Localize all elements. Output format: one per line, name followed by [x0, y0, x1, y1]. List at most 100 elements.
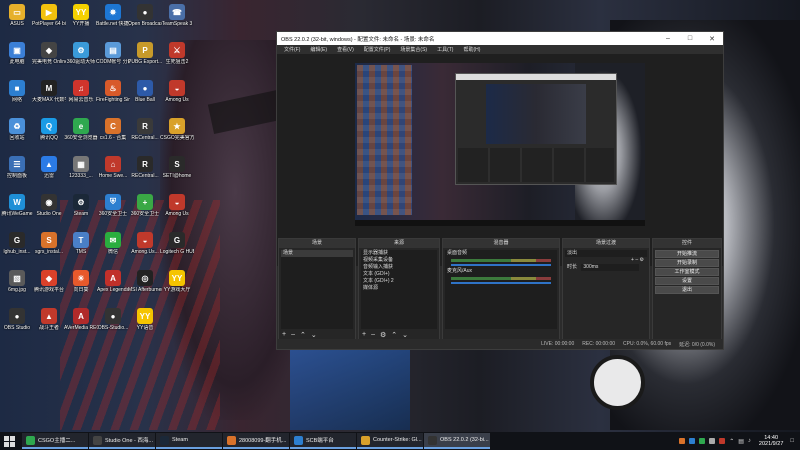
start-button[interactable]	[0, 432, 18, 450]
desktop-icon[interactable]: ⚙ 360驱动大师	[64, 40, 98, 78]
desktop-icon[interactable]: Glghub_inst...	[0, 230, 34, 268]
desktop-icon[interactable]: ◎ MSI Afterburner	[128, 268, 162, 306]
desktop-icon[interactable]: YY YY游戏大厅	[160, 268, 194, 306]
desktop-icon[interactable]: Ssgrs_instal...	[32, 230, 66, 268]
taskbar-task[interactable]: 28008099-翻手机...	[223, 433, 289, 449]
settings-button[interactable]: 设置	[655, 277, 719, 285]
chevron-up-icon[interactable]: ⌃	[729, 438, 734, 445]
desktop-icon[interactable]: YY YY开播	[64, 2, 98, 40]
exit-button[interactable]: 退出	[655, 286, 719, 294]
desktop-icon[interactable]: ★CSGO完美官方客户端	[160, 116, 194, 154]
studio-mode-button[interactable]: 工作室模式	[655, 268, 719, 276]
desktop-icon[interactable]: Q 腾讯QQ	[32, 116, 66, 154]
menu-item[interactable]: 编辑(E)	[305, 46, 332, 53]
desktop-icon[interactable]: ☎ TeamSpeak 3	[160, 2, 194, 40]
desktop-icon[interactable]: ● OBS Studio	[0, 306, 34, 344]
taskbar-task[interactable]: OBS 22.0.2 (32-bi...	[424, 433, 490, 449]
add-transition-icon[interactable]: +	[631, 257, 634, 263]
sources-list[interactable]: 显示器捕获 视频采集设备 音频输入捕获 文本 (GDI+) 文本 (GDI+) …	[361, 250, 437, 329]
start-recording-button[interactable]: 开始录制	[655, 259, 719, 267]
maximize-icon[interactable]: □	[679, 32, 701, 45]
desktop-icon[interactable]: ▶ PotPlayer 64 bit	[32, 2, 66, 40]
taskbar-task[interactable]: Counter-Strike: Gl...	[357, 433, 423, 449]
remove-source-icon[interactable]: –	[371, 331, 375, 338]
desktop-icon[interactable]: ▧ 6mg.jpg	[0, 268, 34, 306]
desktop-icon[interactable]: ▲ 迅雷	[32, 154, 66, 192]
desktop-icon[interactable]: ▦ 123333_...	[64, 154, 98, 192]
source-item[interactable]: 显示器捕获	[361, 250, 437, 257]
tray-app-icon[interactable]	[689, 438, 696, 444]
menu-item[interactable]: 文件(F)	[279, 46, 305, 53]
desktop-icon[interactable]: ◒ Among.Us...	[128, 230, 162, 268]
minimize-icon[interactable]: –	[657, 32, 679, 45]
desktop-icon[interactable]: ✵Battle.net 快捷方式	[96, 2, 130, 40]
close-icon[interactable]: ✕	[701, 32, 723, 45]
desktop-icon[interactable]: Ccs1.6 - 合集	[96, 116, 130, 154]
desktop-icon[interactable]: AAVerMedia RECentral 4	[64, 306, 98, 344]
desktop-icon[interactable]: ● OBS-Studio...	[96, 306, 130, 344]
clock[interactable]: 14:40 2021/9/27	[759, 435, 783, 447]
move-down-icon[interactable]: ⌄	[402, 331, 408, 339]
desktop-icon[interactable]: ⚙ Steam	[64, 192, 98, 230]
desktop-icon[interactable]: ● Blue Ball	[128, 78, 162, 116]
gear-icon[interactable]: ⚙	[380, 331, 386, 339]
tray-app-icon[interactable]	[709, 438, 716, 444]
obs-window[interactable]: OBS 22.0.2 (32-bit, windows) - 配置文件: 未命名…	[276, 31, 724, 350]
add-scene-icon[interactable]: +	[282, 331, 286, 338]
desktop-icon[interactable]: ◉ Studio One	[32, 192, 66, 230]
desktop-icon[interactable]: ▲ 战斗王者	[32, 306, 66, 344]
desktop-icon[interactable]: ♨FireFighting Simulator...	[96, 78, 130, 116]
desktop-icon[interactable]: ▤CODM帐号 分配alse	[96, 40, 130, 78]
source-item[interactable]: 文本 (GDI+) 2	[361, 278, 437, 285]
notification-icon[interactable]: □	[790, 438, 794, 444]
source-item[interactable]: 视频采集设备	[361, 257, 437, 264]
duration-field[interactable]: 300ms	[581, 264, 640, 271]
taskbar-task[interactable]: Steam	[156, 433, 222, 449]
desktop-icon[interactable]: A Apex Legends	[96, 268, 130, 306]
desktop-icon[interactable]: ●Open Broadcast...	[128, 2, 162, 40]
desktop-icon[interactable]: ⛨ 360安全卫士	[96, 192, 130, 230]
menu-item[interactable]: 工具(T)	[432, 46, 458, 53]
network-icon[interactable]: ▤	[738, 438, 744, 445]
volume-icon[interactable]: ♪	[748, 438, 751, 444]
move-down-icon[interactable]: ⌄	[311, 331, 317, 339]
menu-item[interactable]: 配置文件(P)	[359, 46, 396, 53]
desktop-icon[interactable]: ▣ 此电脑	[0, 40, 34, 78]
source-item[interactable]: 音频输入捕获	[361, 264, 437, 271]
source-item[interactable]: 文本 (GDI+)	[361, 271, 437, 278]
desktop-icon[interactable]: ◆ 完美电竞 Online	[32, 40, 66, 78]
desktop-icon[interactable]: ☰ 控制面板	[0, 154, 34, 192]
volume-slider[interactable]	[451, 264, 551, 266]
desktop-icon[interactable]: G Logitech G HUB	[160, 230, 194, 268]
menu-item[interactable]: 帮助(H)	[458, 46, 485, 53]
remove-transition-icon[interactable]: –	[635, 257, 638, 263]
desktop-icon[interactable]: P PUBG Export...	[128, 40, 162, 78]
desktop-icon[interactable]: W 腾讯WeGame	[0, 192, 34, 230]
volume-slider[interactable]	[451, 282, 551, 284]
scenes-list[interactable]: 场景	[281, 250, 353, 329]
desktop-icon[interactable]: e 360安全浏览器	[64, 116, 98, 154]
obs-preview-canvas[interactable]	[355, 63, 645, 226]
source-item[interactable]: 媒体源	[361, 285, 437, 292]
menu-item[interactable]: 查看(V)	[332, 46, 359, 53]
desktop-icon[interactable]: ♫ 网易云音乐	[64, 78, 98, 116]
desktop-icon[interactable]: ⌂ Home Swe...	[96, 154, 130, 192]
desktop-icon[interactable]: ■ 网络	[0, 78, 34, 116]
desktop-icon[interactable]: T TMS	[64, 230, 98, 268]
desktop-icon[interactable]: R RECentral...	[128, 116, 162, 154]
taskbar-task[interactable]: CSGO主播二...	[22, 433, 88, 449]
start-streaming-button[interactable]: 开始推流	[655, 250, 719, 258]
move-up-icon[interactable]: ⌃	[300, 331, 306, 339]
desktop-icon[interactable]: ◒ Among Us	[160, 192, 194, 230]
desktop-icon[interactable]: ◆ 腾讯游戏平台	[32, 268, 66, 306]
desktop-icon[interactable]: ☀ 向日葵	[64, 268, 98, 306]
obs-titlebar[interactable]: OBS 22.0.2 (32-bit, windows) - 配置文件: 未命名…	[277, 32, 723, 45]
desktop-icon[interactable]: +360安全卫士	[128, 192, 162, 230]
tray-app-icon[interactable]	[699, 438, 706, 444]
transition-select[interactable]: 淡出	[565, 250, 647, 257]
remove-scene-icon[interactable]: –	[291, 331, 295, 338]
scene-item[interactable]: 场景	[281, 250, 353, 257]
tray-app-icon[interactable]	[719, 438, 726, 444]
desktop-icon[interactable]: ▭ ASUS	[0, 2, 34, 40]
obs-preview-area[interactable]	[277, 54, 723, 266]
